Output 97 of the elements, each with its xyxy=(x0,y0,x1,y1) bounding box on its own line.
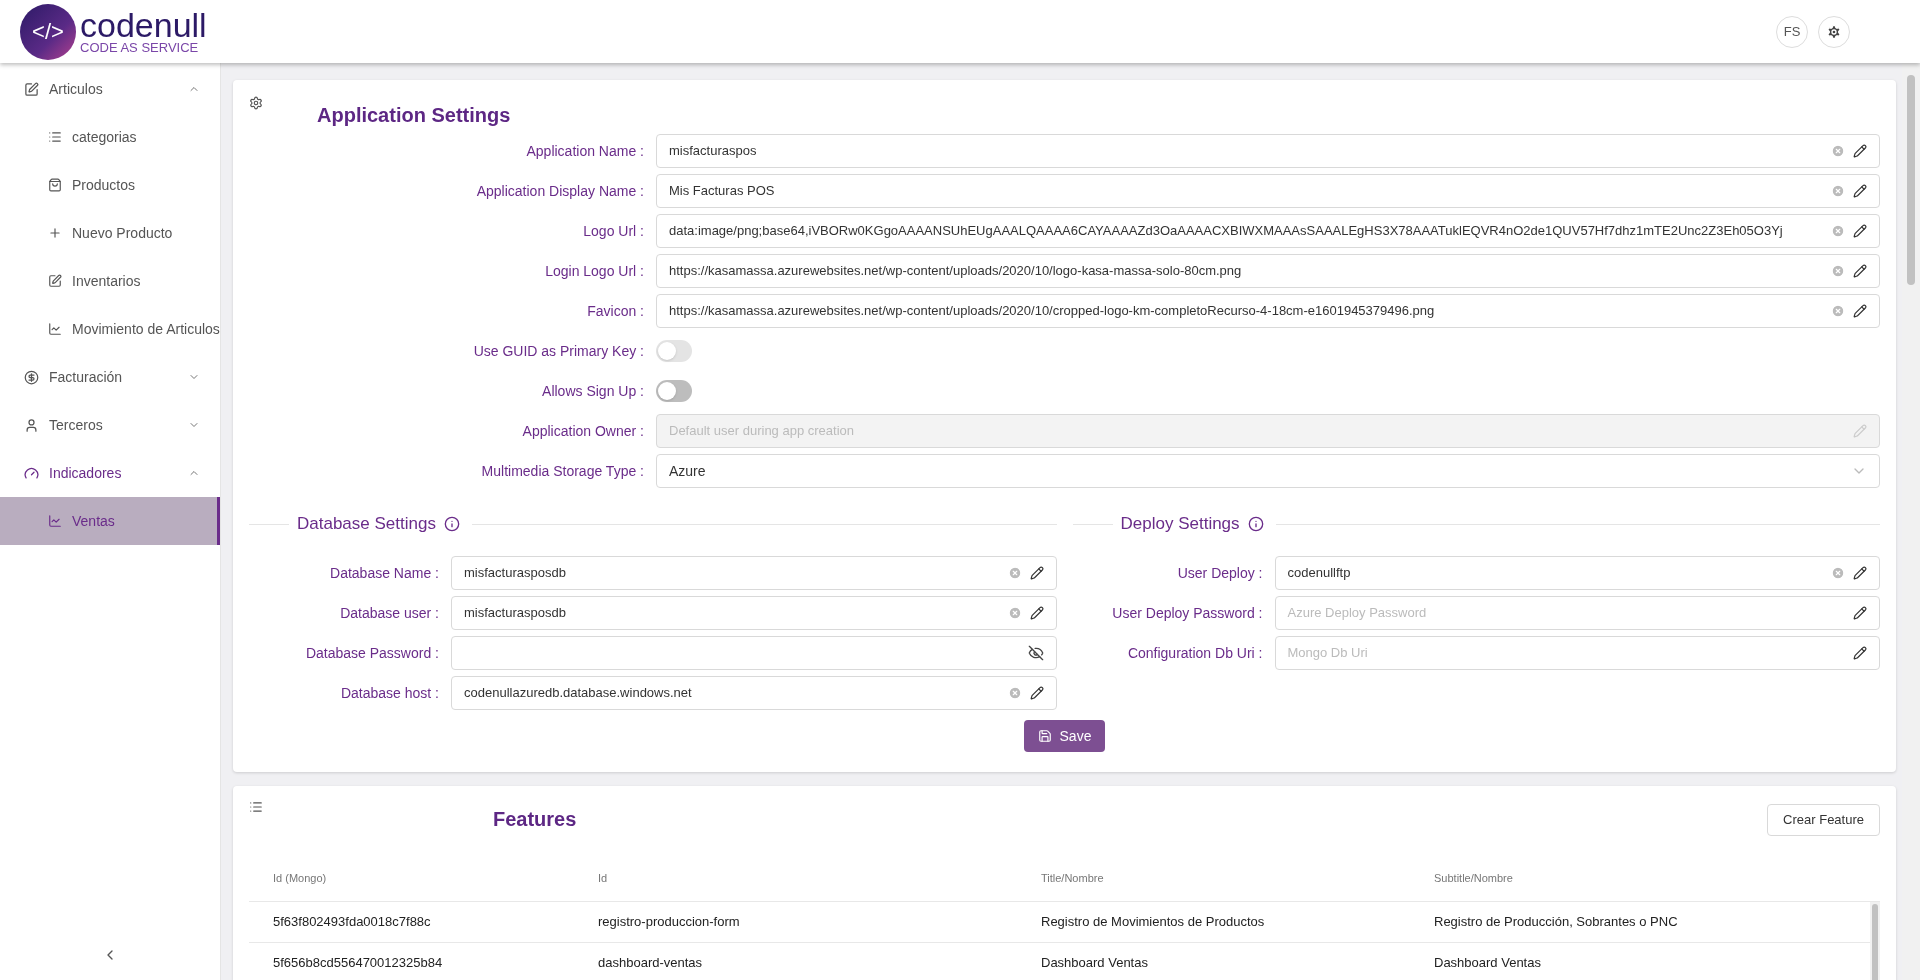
field-label: Database Name : xyxy=(330,563,439,583)
edit-icon[interactable] xyxy=(1853,606,1867,620)
clear-icon[interactable] xyxy=(1831,304,1845,318)
column-header: Id (Mongo) xyxy=(273,871,328,887)
edit-icon[interactable] xyxy=(1853,566,1867,580)
edit-icon[interactable] xyxy=(1029,606,1044,620)
clear-icon[interactable] xyxy=(1007,566,1022,580)
edit-icon[interactable] xyxy=(1029,566,1044,580)
input-field[interactable] xyxy=(451,636,1057,670)
sidebar-subitem[interactable]: Nuevo Producto xyxy=(0,209,220,257)
field-label: Allows Sign Up : xyxy=(542,381,644,401)
table-cell-text: Dashboard Ventas xyxy=(1041,954,1149,973)
create-feature-button[interactable]: Crear Feature xyxy=(1767,804,1880,836)
edit-icon[interactable] xyxy=(1853,646,1867,660)
table-cell-text: dashboard-ventas xyxy=(598,954,704,973)
input-field[interactable]: data:image/png;base64,iVBORw0KGgoAAAANSUhEUgAAALQAAAA6CAYAAAAZd3OaAAAACXBIWXMAAAsSAAALEgHS3X78AAATuklEQVR4nO2de1QUV57Hf7dhz1mTE2Unc2Z3Eh05O3Yj xyxy=(656,214,1880,248)
input-field[interactable]: misfacturasposdb xyxy=(451,596,1057,630)
eye-off-icon[interactable] xyxy=(1027,645,1044,661)
card-title: Application Settings xyxy=(317,103,511,128)
field-label: User Deploy : xyxy=(1177,563,1263,583)
field-label: Logo Url : xyxy=(583,221,644,241)
section-title: Database Settings xyxy=(296,513,437,536)
sidebar-subitem[interactable]: Productos xyxy=(0,161,220,209)
sidebar-item[interactable]: Indicadores xyxy=(0,449,220,497)
clear-icon[interactable] xyxy=(1831,224,1845,238)
input-field[interactable]: misfacturaspos xyxy=(656,134,1880,168)
section-title: Deploy Settings xyxy=(1119,513,1241,536)
table-cell-text: Registro de Producción, Sobrantes o PNC xyxy=(1434,913,1679,932)
toggle-switch[interactable] xyxy=(656,380,692,402)
menu-item-icon xyxy=(24,465,39,481)
logo-name: codenull xyxy=(80,9,207,41)
field-label: User Deploy Password : xyxy=(1112,603,1263,623)
edit-icon[interactable] xyxy=(1853,264,1867,278)
table-scrollbar[interactable] xyxy=(1870,902,1880,980)
column-header: Id xyxy=(598,871,609,887)
table-cell-text: 5f656b8cd556470012325b84 xyxy=(273,954,444,973)
select-field[interactable]: Azure xyxy=(656,454,1880,488)
clear-icon[interactable] xyxy=(1007,686,1022,700)
input-field[interactable]: Mis Facturas POS xyxy=(656,174,1880,208)
field-label: Multimedia Storage Type : xyxy=(481,461,644,481)
edit-icon[interactable] xyxy=(1029,686,1044,700)
table-cell-text: 5f63f802493fda0018c7f88c xyxy=(273,913,432,932)
field-label: Use GUID as Primary Key : xyxy=(473,341,644,361)
field-label: Configuration Db Uri : xyxy=(1127,643,1263,663)
input-field[interactable]: https://kasamassa.azurewebsites.net/wp-content/uploads/2020/10/cropped-logo-km-completoRecurso-4-18cm-e1601945379496.png xyxy=(656,294,1880,328)
submenu-item-icon xyxy=(48,274,62,288)
submenu-item-icon xyxy=(48,514,62,528)
column-header: Subtitle/Nombre xyxy=(1434,871,1514,887)
input-field[interactable]: misfacturasposdb xyxy=(451,556,1057,590)
input-field[interactable]: codenullftp xyxy=(1274,556,1880,590)
table-cell-text: Dashboard Ventas xyxy=(1434,954,1542,973)
gear-icon xyxy=(249,96,263,110)
clear-icon[interactable] xyxy=(1831,566,1845,580)
logo-tagline: CODE AS SERVICE xyxy=(80,41,200,54)
clear-icon[interactable] xyxy=(1831,144,1845,158)
save-button[interactable]: Save xyxy=(1023,720,1106,752)
clear-icon[interactable] xyxy=(1831,184,1845,198)
submenu-item-icon xyxy=(48,178,62,192)
sidebar-item[interactable]: Terceros xyxy=(0,401,220,449)
card-title: Features xyxy=(493,807,577,832)
sidebar-subitem[interactable]: categorias xyxy=(0,113,220,161)
submenu-item-icon xyxy=(48,130,62,144)
column-header: Title/Nombre xyxy=(1041,871,1105,887)
field-label: Database host : xyxy=(340,683,439,703)
gear-icon xyxy=(1826,23,1842,40)
sidebar-subitem[interactable]: Movimiento de Articulos xyxy=(0,305,220,353)
input-field[interactable]: https://kasamassa.azurewebsites.net/wp-content/uploads/2020/10/logo-kasa-massa-solo-80cm.png xyxy=(656,254,1880,288)
logo-mark: </> xyxy=(20,3,76,60)
edit-icon[interactable] xyxy=(1853,304,1867,318)
table-cell-text: registro-produccion-form xyxy=(598,913,741,932)
clear-icon[interactable] xyxy=(1007,606,1022,620)
submenu-item-icon xyxy=(48,226,62,240)
edit-icon[interactable] xyxy=(1853,184,1867,198)
sidebar-subitem[interactable]: Inventarios xyxy=(0,257,220,305)
field-label: Favicon : xyxy=(587,301,644,321)
edit-icon[interactable] xyxy=(1853,224,1867,238)
field-label: Database Password : xyxy=(305,643,439,663)
menu-item-icon xyxy=(24,417,39,433)
submenu-item-icon xyxy=(48,322,62,336)
menu-item-icon xyxy=(24,369,39,385)
field-label: Login Logo Url : xyxy=(545,261,644,281)
sidebar-subitem[interactable]: Ventas xyxy=(0,497,220,545)
save-icon xyxy=(1037,729,1052,743)
edit-icon[interactable] xyxy=(1853,144,1867,158)
clear-icon[interactable] xyxy=(1831,264,1845,278)
sidebar-item[interactable]: Facturación xyxy=(0,353,220,401)
field-label: Application Owner : xyxy=(522,421,644,441)
table-cell-text: Registro de Movimientos de Productos xyxy=(1041,913,1266,932)
info-icon xyxy=(443,516,460,532)
list-icon xyxy=(249,800,263,814)
info-icon xyxy=(1247,516,1264,532)
field-label: Database user : xyxy=(340,603,439,623)
menu-item-icon xyxy=(24,81,39,97)
field-label: Application Name : xyxy=(526,141,644,161)
sidebar-item[interactable]: Articulos xyxy=(0,65,220,113)
field-label: Application Display Name : xyxy=(476,181,644,201)
input-field[interactable]: codenullazuredb.database.windows.net xyxy=(451,676,1057,710)
